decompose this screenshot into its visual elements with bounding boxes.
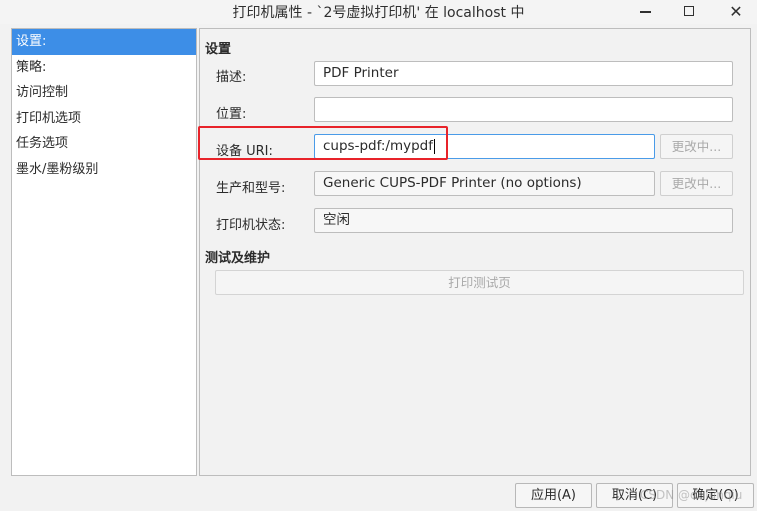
printer-state-field: 空闲: [314, 208, 733, 233]
maximize-button[interactable]: [672, 0, 706, 22]
sidebar: 设置: 策略: 访问控制 打印机选项 任务选项 墨水/墨粉级别: [11, 28, 197, 476]
maximize-icon: [684, 6, 694, 16]
sidebar-item-settings[interactable]: 设置:: [12, 29, 196, 55]
minimize-button[interactable]: [628, 0, 662, 22]
title-bar: 打印机属性 - `2号虚拟打印机' 在 localhost 中 ✕: [0, 0, 757, 24]
close-icon: ✕: [729, 1, 743, 21]
print-test-page-button[interactable]: 打印测试页: [215, 270, 744, 295]
change-make-model-button[interactable]: 更改中...: [660, 171, 733, 196]
make-model-label: 生产和型号:: [216, 181, 286, 196]
location-label: 位置:: [216, 107, 247, 122]
settings-panel: 设置 描述: PDF Printer 位置: 设备 URI: cups-pdf:…: [199, 28, 751, 476]
sidebar-item-ink-toner-levels[interactable]: 墨水/墨粉级别: [12, 157, 196, 183]
settings-section-title: 设置: [205, 42, 232, 57]
sidebar-item-policies[interactable]: 策略:: [12, 55, 196, 81]
description-field[interactable]: PDF Printer: [314, 61, 733, 86]
watermark: CSDN @dujunqiu: [640, 488, 743, 502]
location-field[interactable]: [314, 97, 733, 122]
sidebar-item-printer-options[interactable]: 打印机选项: [12, 106, 196, 132]
minimize-icon: [639, 11, 651, 13]
highlight-box: [198, 126, 448, 160]
maintenance-section-title: 测试及维护: [205, 251, 271, 266]
close-button[interactable]: ✕: [719, 0, 753, 22]
description-label: 描述:: [216, 70, 247, 85]
sidebar-item-job-options[interactable]: 任务选项: [12, 131, 196, 157]
change-device-uri-button[interactable]: 更改中...: [660, 134, 733, 159]
apply-button[interactable]: 应用(A): [515, 483, 592, 508]
make-model-field: Generic CUPS-PDF Printer (no options): [314, 171, 655, 196]
printer-state-label: 打印机状态:: [216, 218, 286, 233]
sidebar-item-access-control[interactable]: 访问控制: [12, 80, 196, 106]
